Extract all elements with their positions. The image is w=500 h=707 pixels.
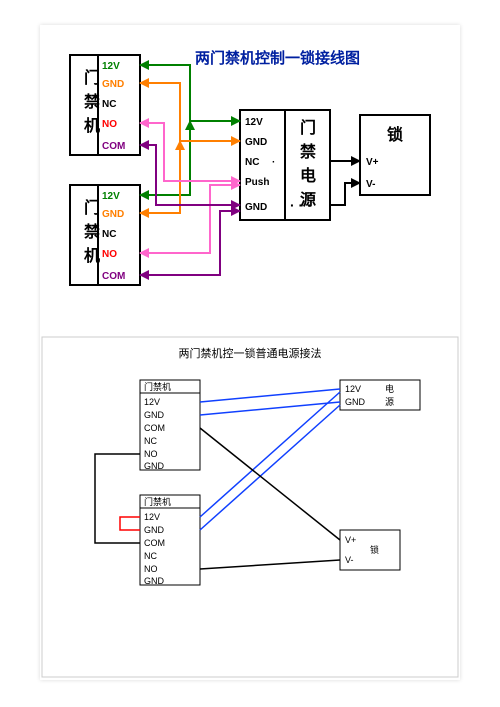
d2-ac1-name: 门禁机	[144, 381, 171, 392]
access-controller-1: 门 禁 机 12V GND NC NO COM	[70, 55, 140, 155]
d2-ac2-g2: GND	[144, 576, 165, 586]
d2-ac2-no: NO	[144, 564, 158, 574]
page: 两门禁机控制一锁接线图 门 禁 机 12V GND NC NO COM 门 禁 …	[40, 25, 460, 680]
ac2-com: COM	[102, 271, 125, 282]
ps-push: Push	[245, 177, 269, 188]
ac2-12v: 12V	[102, 191, 120, 202]
d2-ac2-nc: NC	[144, 551, 157, 561]
d2-lock-name: 锁	[370, 544, 379, 555]
diagram-1: 两门禁机控制一锁接线图 门 禁 机 12V GND NC NO COM 门 禁 …	[40, 25, 460, 335]
d2-ac2-com: COM	[144, 538, 165, 548]
wires-d1	[140, 65, 360, 275]
d2-ac1-no: NO	[144, 449, 158, 459]
lock-vm: V-	[366, 179, 375, 190]
d2-ac2: 门禁机 12V GND COM NC NO GND	[140, 495, 200, 586]
ac1-12v: 12V	[102, 61, 120, 72]
diagram1-title: 两门禁机控制一锁接线图	[195, 49, 360, 67]
d2-ac1-nc: NC	[144, 436, 157, 446]
d2-lock: V+ V- 锁	[340, 530, 400, 570]
d2-lock-vp: V+	[345, 535, 356, 545]
d2-ps: 12V GND 电 源	[340, 380, 420, 410]
d2-ps-gnd: GND	[345, 397, 366, 407]
ac2-name-2: 禁	[84, 223, 100, 241]
d2-ac2-name: 门禁机	[144, 496, 171, 507]
lock-name: 锁	[387, 125, 403, 144]
access-controller-2: 门 禁 机 12V GND NC NO COM	[70, 185, 140, 285]
ac1-name-2: 禁	[84, 93, 100, 111]
d2-ac1-com: COM	[144, 423, 165, 433]
d2-ac1-g2: GND	[144, 461, 165, 471]
ps-gnd2: GND	[245, 202, 267, 213]
d2-ac1: 门禁机 12V GND COM NC NO GND	[140, 380, 200, 471]
ac2-name-1: 门	[84, 198, 100, 217]
ac1-gnd: GND	[102, 79, 124, 90]
ac2-no: NO	[102, 249, 117, 260]
ac1-nc: NC	[102, 99, 116, 110]
ac1-com: COM	[102, 141, 125, 152]
d2-ps-12v: 12V	[345, 384, 361, 394]
d2-ac1-gnd: GND	[144, 410, 165, 420]
ac2-name-3: 机	[84, 246, 100, 265]
ps-12v: 12V	[245, 117, 263, 128]
wires-d2	[95, 389, 340, 569]
ps-dots-nc: ·	[272, 157, 275, 168]
d2-ps-name2: 源	[385, 397, 394, 407]
diagram2-title: 两门禁机控一锁普通电源接法	[179, 346, 322, 360]
d2-lock-vm: V-	[345, 555, 354, 565]
ac1-name-3: 机	[84, 116, 100, 135]
power-supply: 门 禁 电 源 12V GND NC Push GND · · · ·	[240, 110, 330, 220]
ac2-gnd: GND	[102, 209, 124, 220]
ps-n1: 门	[300, 118, 316, 137]
diagram-2: 两门禁机控一锁普通电源接法 门禁机 12V GND COM NC NO GND …	[40, 335, 460, 680]
ps-dots: · · ·	[290, 197, 312, 213]
ac1-no: NO	[102, 119, 117, 130]
ps-gnd: GND	[245, 137, 267, 148]
d2-ac2-12v: 12V	[144, 512, 160, 522]
ps-nc: NC	[245, 157, 259, 168]
d2-ps-name1: 电	[385, 383, 394, 394]
d2-ac1-12v: 12V	[144, 397, 160, 407]
ps-n3: 电	[300, 166, 316, 185]
d2-ac2-gnd: GND	[144, 525, 165, 535]
lock-vp: V+	[366, 157, 379, 168]
lock: 锁 V+ V-	[360, 115, 430, 195]
ac1-name-1: 门	[84, 68, 100, 87]
ps-n2: 禁	[300, 143, 316, 161]
ac2-nc: NC	[102, 229, 116, 240]
